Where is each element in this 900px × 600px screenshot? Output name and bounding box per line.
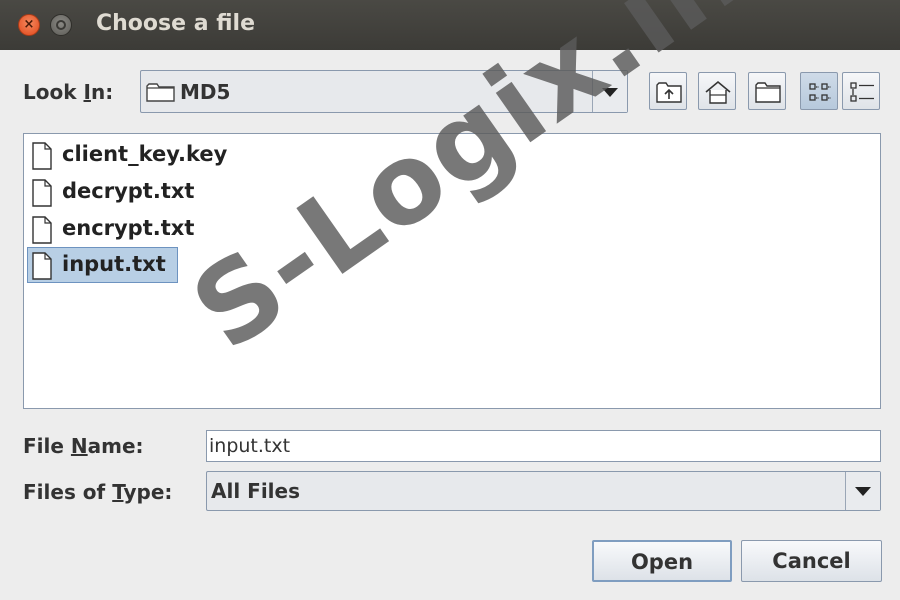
window-title: Choose a file xyxy=(96,11,255,36)
minimize-icon xyxy=(56,20,66,30)
look-in-value: MD5 xyxy=(180,80,231,104)
file-name-label: encrypt.txt xyxy=(62,216,195,240)
new-folder-icon xyxy=(755,82,781,103)
file-name-label: client_key.key xyxy=(62,142,228,166)
cancel-button[interactable]: Cancel xyxy=(741,540,882,582)
open-button[interactable]: Open xyxy=(592,540,732,582)
files-of-type-combobox[interactable]: All Files xyxy=(206,471,881,511)
file-name-input[interactable] xyxy=(209,434,869,458)
home-button[interactable] xyxy=(698,72,736,110)
files-of-type-value: All Files xyxy=(211,479,300,503)
new-folder-button[interactable] xyxy=(748,72,786,110)
title-bar: × Choose a file xyxy=(0,0,900,50)
file-icon xyxy=(32,179,52,207)
file-name-label: File Name: xyxy=(23,434,144,458)
close-icon: × xyxy=(23,17,35,32)
list-view-icon xyxy=(809,83,831,101)
minimize-window-button[interactable] xyxy=(50,14,72,36)
home-icon xyxy=(705,80,731,104)
file-item-client-key[interactable]: client_key.key xyxy=(27,137,327,173)
file-name-label: decrypt.txt xyxy=(62,179,195,203)
files-of-type-label: Files of Type: xyxy=(23,480,173,504)
file-name-field[interactable] xyxy=(206,430,881,462)
folder-icon xyxy=(146,83,175,102)
file-name-label: input.txt xyxy=(62,252,166,276)
close-window-button[interactable]: × xyxy=(18,14,40,36)
details-view-button[interactable] xyxy=(842,72,880,110)
chevron-down-icon xyxy=(855,487,871,496)
details-view-icon xyxy=(850,82,874,102)
list-view-button[interactable] xyxy=(800,72,838,110)
file-icon xyxy=(32,142,52,170)
file-icon xyxy=(32,252,52,280)
look-in-label: Look In: xyxy=(23,80,114,104)
files-of-type-dropdown-arrow[interactable] xyxy=(845,472,880,510)
file-icon xyxy=(32,216,52,244)
